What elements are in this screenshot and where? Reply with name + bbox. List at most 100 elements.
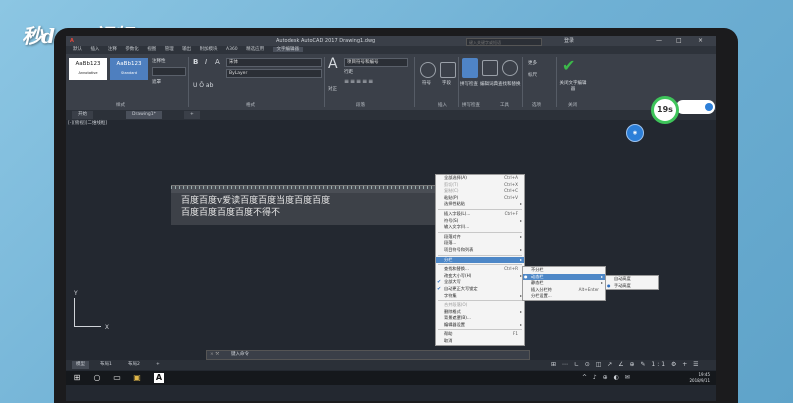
new-tab-button[interactable]: +	[184, 111, 200, 119]
context-menu-item[interactable]: 字符集 ▸	[436, 293, 524, 300]
context-menu-item[interactable]: ✔ 全部大写	[436, 279, 524, 286]
floating-assist-icon[interactable]: ◉	[626, 124, 644, 142]
layout-tab-model[interactable]: 模型	[72, 361, 89, 369]
user-login[interactable]: 登录	[564, 36, 574, 46]
dynamic-menu-item[interactable]: ● 手动高度	[606, 283, 658, 290]
find-replace-button[interactable]: 查找和替换	[498, 81, 521, 87]
justify-button[interactable]: 对正	[328, 86, 337, 92]
countdown-timer[interactable]: 19s	[651, 96, 679, 124]
style-annotative-button[interactable]: AaBb123 Annotative	[69, 58, 107, 80]
menu-separator	[438, 300, 522, 302]
tab-insert[interactable]: 插入	[90, 47, 99, 52]
spellcheck-button[interactable]: 拼写检查	[460, 81, 478, 87]
edit-dictionary-button[interactable]: 编辑词典	[480, 81, 498, 87]
mask-button[interactable]: 遮罩	[152, 79, 161, 85]
style-standard-button[interactable]: AaBb123 Standard	[110, 58, 148, 80]
italic-button[interactable]: I	[205, 58, 207, 66]
submenu-arrow-icon: ▸	[519, 217, 522, 223]
viewport-controls[interactable]: [-][俯视][二维线框]	[68, 120, 107, 126]
doc-tab-drawing1[interactable]: Drawing1*	[126, 111, 162, 119]
context-menu-item[interactable]: 背景遮罩(B)...	[436, 315, 524, 322]
columns-menu-item[interactable]: 不分栏	[523, 267, 605, 274]
minimize-button[interactable]: —	[656, 36, 662, 46]
spellcheck-icon[interactable]	[462, 58, 478, 78]
menu-item-label: 删除格式	[444, 308, 461, 314]
file-explorer-icon[interactable]: ▣	[132, 373, 142, 383]
tab-output[interactable]: 输出	[182, 47, 191, 52]
search-input[interactable]	[466, 38, 542, 46]
annotative-toggle[interactable]: 注释性	[152, 58, 166, 64]
context-menu-item[interactable]: 编辑器设置 ▸	[436, 322, 524, 329]
search-icon[interactable]: ○	[92, 373, 102, 383]
close-editor-button[interactable]: 关闭文字编辑器	[558, 81, 588, 93]
task-view-icon[interactable]: ▭	[112, 373, 122, 383]
ribbon-separator	[458, 57, 459, 107]
menu-item-label: 输入文字(I)...	[444, 224, 470, 230]
context-menu-item[interactable]: 全部选择(A) Ctrl+A	[436, 175, 524, 182]
menu-item-label: 选择性粘贴	[444, 201, 465, 207]
context-menu-item[interactable]: 查找和替换... Ctrl+R	[436, 266, 524, 273]
command-line[interactable]: × ⚒ 键入命令	[206, 350, 530, 360]
color-combo[interactable]: ByLayer	[226, 69, 322, 78]
tab-text-editor[interactable]: 文字编辑器	[272, 47, 304, 52]
context-menu-item[interactable]: 插入字段(L)... Ctrl+F	[436, 211, 524, 218]
ruler-button[interactable]: 标尺	[528, 72, 537, 78]
autocad-taskbar-icon[interactable]: A	[154, 373, 164, 383]
close-editor-check-icon[interactable]: ✔	[562, 56, 575, 75]
context-menu-item[interactable]: 复制(C) Ctrl+C	[436, 188, 524, 195]
tab-view[interactable]: 视图	[147, 47, 156, 52]
add-layout-button[interactable]: +	[152, 361, 164, 369]
status-toggle-icons[interactable]: ⊞ ⋯ ∟ ⊙ ◫ ↗ ∠ ⊕ ✎ 1:1 ⚙ + ☰	[551, 361, 701, 368]
doc-tab-start[interactable]: 开始	[72, 111, 93, 119]
columns-menu-item[interactable]: 静态栏 ▸	[523, 280, 605, 287]
symbol-button[interactable]: 符号	[422, 80, 431, 86]
underline-overline-icons[interactable]: U Ō ab	[193, 82, 213, 89]
autocad-logo-icon[interactable]: A	[70, 36, 74, 46]
context-menu-item[interactable]: ✔ 自动更正大写锁定	[436, 286, 524, 293]
windows-start-icon[interactable]: ⊞	[72, 373, 82, 383]
justify-a-icon[interactable]: A	[328, 56, 338, 72]
layout-tab-layout2[interactable]: 布局2	[124, 361, 144, 369]
dynamic-menu-item[interactable]: 自动高度	[606, 276, 658, 283]
menu-item-label: 查找和替换...	[444, 266, 469, 272]
more-button[interactable]: 更多	[528, 60, 537, 66]
edit-dictionary-icon[interactable]	[482, 60, 498, 76]
group-format-label: 格式	[246, 103, 255, 108]
linespacing-button[interactable]: 行距	[344, 69, 353, 75]
columns-menu-item[interactable]: 分栏设置...	[523, 293, 605, 300]
tab-addins[interactable]: 附加模块	[200, 47, 218, 52]
tab-manage[interactable]: 管理	[165, 47, 174, 52]
context-menu-item[interactable]: 段落...	[436, 240, 524, 247]
timer-badge[interactable]	[676, 100, 715, 114]
command-close-icon[interactable]: × ⚒	[210, 351, 219, 359]
context-menu-item[interactable]: 项目符号和列表 ▸	[436, 247, 524, 254]
context-menu-item[interactable]: 输入文字(I)...	[436, 224, 524, 231]
tab-featured[interactable]: 精选应用	[246, 47, 264, 52]
taskbar-clock[interactable]: 19:45 2018/9/11	[689, 372, 710, 384]
context-menu-item[interactable]: 选择性粘贴 ▸	[436, 201, 524, 208]
bold-button[interactable]: B	[193, 58, 198, 66]
field-button[interactable]: 字段	[442, 80, 451, 86]
tab-a360[interactable]: A360	[226, 47, 238, 52]
tab-parametric[interactable]: 参数化	[125, 47, 139, 52]
bullets-combo[interactable]: 项目符号和编号	[344, 58, 408, 67]
context-menu-item[interactable]: 合并段落(O)	[436, 302, 524, 309]
field-icon[interactable]	[440, 62, 456, 78]
tab-annotate[interactable]: 注释	[108, 47, 117, 52]
command-input[interactable]: 键入命令	[231, 352, 249, 357]
tray-icons[interactable]: ^ ♪ ⊕ ◐ ✉	[582, 374, 632, 381]
menu-item-label: 帮助	[444, 331, 453, 337]
maximize-button[interactable]: □	[676, 36, 682, 46]
symbol-icon[interactable]	[420, 62, 436, 78]
align-icons[interactable]: ≡≡≡≡≡	[344, 78, 374, 85]
group-tools-label: 工具	[500, 103, 509, 108]
font-a-icon[interactable]: A	[215, 58, 220, 66]
tab-default[interactable]: 默认	[73, 47, 82, 52]
layout-tab-layout1[interactable]: 布局1	[96, 361, 116, 369]
close-button[interactable]: ×	[698, 36, 703, 46]
find-replace-icon[interactable]	[502, 60, 518, 76]
context-menu-item[interactable]: 分栏 ▸	[436, 256, 524, 264]
text-height-combo[interactable]	[152, 67, 186, 76]
context-menu-item[interactable]: 取消	[436, 338, 524, 345]
font-combo[interactable]: 宋体	[226, 58, 322, 67]
